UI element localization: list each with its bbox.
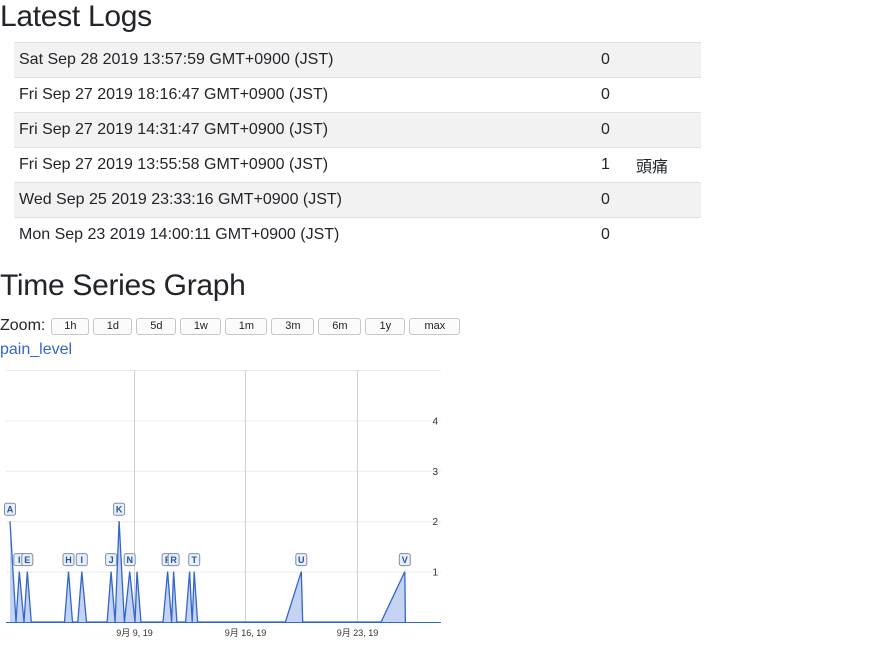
log-date: Fri Sep 27 2019 13:55:58 GMT+0900 (JST)	[14, 147, 596, 183]
annotation-label: N	[126, 555, 133, 565]
table-row: Fri Sep 27 2019 13:55:58 GMT+0900 (JST) …	[14, 147, 701, 183]
time-series-chart[interactable]: 9月 9, 199月 16, 199月 23, 191234AIEHIJKNFR…	[0, 362, 445, 644]
logs-table: Sat Sep 28 2019 13:57:59 GMT+0900 (JST) …	[14, 42, 701, 252]
log-pain-level: 0	[596, 77, 626, 113]
annotation-label: R	[170, 555, 177, 565]
log-note	[626, 217, 701, 252]
log-date: Fri Sep 27 2019 14:31:47 GMT+0900 (JST)	[14, 112, 596, 148]
annotation-label: E	[24, 555, 30, 565]
annotation-flag[interactable]: A	[4, 502, 16, 516]
table-row: Mon Sep 23 2019 14:00:11 GMT+0900 (JST) …	[14, 217, 701, 252]
zoom-1m-button[interactable]: 1m	[225, 317, 268, 335]
annotation-label: H	[65, 555, 72, 565]
annotation-flag[interactable]: R	[167, 553, 180, 567]
log-note	[626, 112, 701, 148]
x-tick-label: 9月 23, 19	[337, 628, 379, 638]
log-date: Mon Sep 23 2019 14:00:11 GMT+0900 (JST)	[14, 217, 596, 252]
annotation-label: I	[81, 555, 84, 565]
y-tick-label: 3	[432, 467, 438, 478]
time-series-heading: Time Series Graph	[0, 269, 246, 302]
log-pain-level: 0	[596, 217, 626, 252]
annotation-label: T	[191, 555, 197, 565]
log-note	[626, 77, 701, 113]
zoom-label: Zoom:	[0, 317, 46, 334]
annotation-flag[interactable]: E	[21, 553, 34, 567]
y-tick-label: 2	[432, 517, 438, 528]
x-tick-label: 9月 9, 19	[116, 628, 153, 638]
zoom-1h-button[interactable]: 1h	[51, 317, 90, 335]
annotation-label: U	[298, 555, 305, 565]
zoom-controls: Zoom: 1h 1d 5d 1w 1m 3m 6m 1y max	[0, 316, 464, 336]
annotation-flag[interactable]: K	[113, 502, 126, 516]
log-note: 頭痛	[626, 147, 701, 183]
log-pain-level: 0	[596, 112, 626, 148]
annotation-flag[interactable]: T	[188, 553, 201, 567]
annotation-flag[interactable]: U	[295, 553, 308, 567]
table-row: Fri Sep 27 2019 18:16:47 GMT+0900 (JST) …	[14, 77, 701, 113]
zoom-1d-button[interactable]: 1d	[93, 317, 133, 335]
log-date: Sat Sep 28 2019 13:57:59 GMT+0900 (JST)	[14, 42, 596, 78]
log-date: Wed Sep 25 2019 23:33:16 GMT+0900 (JST)	[14, 182, 596, 218]
zoom-6m-button[interactable]: 6m	[318, 317, 362, 335]
log-note	[626, 182, 701, 218]
annotation-flag[interactable]: H	[62, 553, 75, 567]
annotation-label: J	[109, 555, 114, 565]
table-row: Wed Sep 25 2019 23:33:16 GMT+0900 (JST) …	[14, 182, 701, 218]
annotation-label: I	[18, 555, 21, 565]
annotation-label: A	[7, 505, 14, 515]
zoom-5d-button[interactable]: 5d	[136, 317, 177, 335]
zoom-1w-button[interactable]: 1w	[180, 317, 222, 335]
logs-table-body: Sat Sep 28 2019 13:57:59 GMT+0900 (JST) …	[14, 42, 701, 252]
annotation-label: V	[402, 555, 408, 565]
zoom-1y-button[interactable]: 1y	[365, 317, 406, 335]
latest-logs-heading: Latest Logs	[0, 0, 152, 33]
log-date: Fri Sep 27 2019 18:16:47 GMT+0900 (JST)	[14, 77, 596, 113]
series-area	[10, 521, 406, 622]
x-tick-label: 9月 16, 19	[225, 628, 267, 638]
log-pain-level: 0	[596, 42, 626, 78]
table-row: Fri Sep 27 2019 14:31:47 GMT+0900 (JST) …	[14, 112, 701, 148]
log-pain-level: 1	[596, 147, 626, 183]
annotation-flag[interactable]: I	[75, 553, 88, 567]
y-tick-label: 4	[432, 416, 438, 427]
y-tick-label: 1	[432, 568, 438, 579]
annotation-flag[interactable]: V	[398, 553, 411, 567]
annotation-flag[interactable]: N	[123, 553, 136, 567]
table-row: Sat Sep 28 2019 13:57:59 GMT+0900 (JST) …	[14, 42, 701, 78]
log-pain-level: 0	[596, 182, 626, 218]
zoom-3m-button[interactable]: 3m	[271, 317, 315, 335]
series-legend: pain_level	[0, 341, 73, 358]
log-note	[626, 42, 701, 78]
zoom-max-button[interactable]: max	[409, 317, 461, 335]
annotation-label: K	[116, 505, 123, 515]
annotation-flag[interactable]: J	[105, 553, 118, 567]
